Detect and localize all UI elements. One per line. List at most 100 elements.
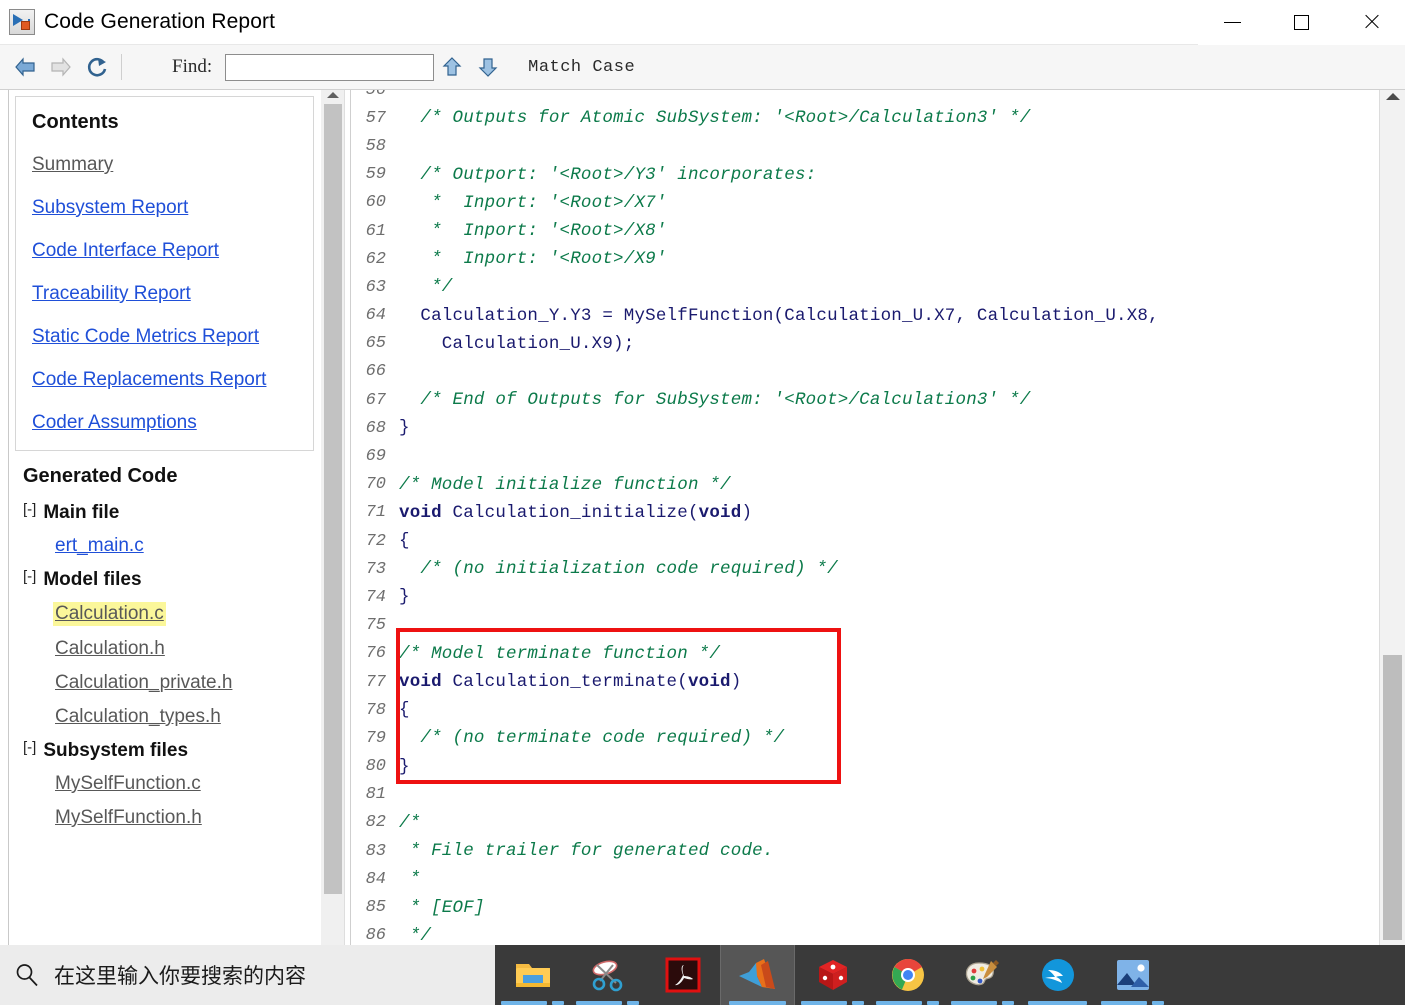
code-line: 81 (351, 781, 1379, 809)
sidebar-scrollbar[interactable] (321, 90, 345, 945)
code-line: 70 /* Model initialize function */ (351, 471, 1379, 499)
group-label: Main file (43, 502, 120, 523)
taskbar-item-red-cube-app[interactable] (795, 945, 870, 1005)
file-link-calculation-c[interactable]: Calculation.c (53, 602, 166, 626)
sidebar-item-summary[interactable]: Summary (16, 154, 313, 176)
find-previous-button[interactable] (434, 50, 470, 84)
group-model-files[interactable]: [-] Model files (9, 569, 320, 591)
taskbar-running-indicator (1101, 1001, 1147, 1005)
code-line: 79 /* (no terminate code required) */ (351, 724, 1379, 752)
file-link-calculation-h[interactable]: Calculation.h (55, 638, 165, 660)
collapse-toggle-icon[interactable]: [-] (23, 740, 36, 755)
toolbar-separator (121, 54, 122, 80)
sidebar-item-code-replacements-report[interactable]: Code Replacements Report (16, 369, 313, 391)
line-number: 77 (365, 672, 386, 692)
code-text: * Inport: '<Root>/X9' (399, 249, 667, 270)
code-line: 58 (351, 132, 1379, 160)
line-number: 56 (365, 90, 386, 100)
code-line: 80} (351, 753, 1379, 781)
navigation-sidebar: Contents Summary Subsystem Report Code I… (8, 90, 320, 945)
collapse-toggle-icon[interactable]: [-] (23, 502, 36, 517)
code-line: 77 void Calculation_terminate(void) (351, 668, 1379, 696)
collapse-toggle-icon[interactable]: [-] (23, 569, 36, 584)
back-arrow-icon (15, 57, 35, 77)
find-next-button[interactable] (470, 50, 506, 84)
sidebar-item-coder-assumptions[interactable]: Coder Assumptions (16, 412, 313, 434)
file-link-myselffunction-h[interactable]: MySelfFunction.h (55, 807, 202, 829)
code-text: * [EOF] (399, 897, 485, 918)
taskbar-item-snipping-tool[interactable] (570, 945, 645, 1005)
code-text: /* Model initialize function */ (399, 474, 731, 495)
group-subsystem-files[interactable]: [-] Subsystem files (9, 740, 320, 762)
code-scrollbar[interactable] (1379, 90, 1405, 945)
line-number: 79 (365, 728, 386, 748)
taskbar-running-indicator (951, 1001, 997, 1005)
line-number: 86 (365, 926, 386, 945)
source-code-viewer[interactable]: 56 57 /* Outputs for Atomic SubSystem: '<… (350, 90, 1379, 945)
arrow-down-icon (478, 58, 498, 77)
file-link-calculation-private-h[interactable]: Calculation_private.h (55, 672, 232, 694)
maximize-button[interactable] (1267, 0, 1336, 45)
taskbar-running-indicator-2 (552, 1001, 564, 1005)
close-button[interactable] (1336, 0, 1405, 45)
sidebar-item-code-interface-report[interactable]: Code Interface Report (16, 240, 313, 262)
code-line: 59 /* Outport: '<Root>/Y3' incorporates: (351, 161, 1379, 189)
forward-button[interactable] (43, 50, 79, 84)
sidebar-item-static-code-metrics-report[interactable]: Static Code Metrics Report (16, 326, 313, 348)
code-line: 69 (351, 442, 1379, 470)
code-text: */ (399, 277, 453, 298)
code-text: /* (399, 812, 421, 833)
code-scrollbar-thumb[interactable] (1383, 655, 1402, 940)
line-number: 73 (365, 559, 386, 579)
taskbar-item-photos[interactable] (1095, 945, 1170, 1005)
code-generation-report-window: Code Generation Report Find: Match Case … (0, 0, 1405, 1005)
code-lines: 56 57 /* Outputs for Atomic SubSystem: '<… (351, 90, 1379, 945)
code-line: 76 /* Model terminate function */ (351, 640, 1379, 668)
file-link-calculation-types-h[interactable]: Calculation_types.h (55, 706, 221, 728)
paint-icon (965, 960, 999, 986)
code-line: 64 Calculation_Y.Y3 = MySelfFunction(Cal… (351, 302, 1379, 330)
snipping-tool-icon (592, 960, 622, 992)
back-button[interactable] (7, 50, 43, 84)
reload-button[interactable] (79, 50, 115, 84)
file-link-myselffunction-c[interactable]: MySelfFunction.c (55, 773, 201, 795)
code-line: 56 (351, 90, 1379, 104)
forward-arrow-icon (51, 57, 71, 77)
taskbar-item-google-chrome[interactable] (870, 945, 945, 1005)
taskbar-search-box[interactable]: 在这里输入你要搜索的内容 (0, 945, 495, 1005)
scroll-up-icon[interactable] (326, 92, 339, 98)
code-text: * (399, 869, 421, 890)
matlab-icon (738, 959, 775, 989)
line-number: 82 (365, 813, 386, 833)
scroll-up-icon[interactable] (1385, 93, 1400, 100)
generated-code-heading: Generated Code (23, 465, 178, 487)
code-text: { (399, 531, 410, 552)
window-title: Code Generation Report (44, 10, 276, 33)
sidebar-scrollbar-thumb[interactable] (324, 104, 342, 894)
taskbar-item-file-explorer[interactable] (495, 945, 570, 1005)
taskbar-running-indicator-2 (1002, 1001, 1014, 1005)
code-line: 72 { (351, 527, 1379, 555)
line-number: 68 (365, 418, 386, 438)
taskbar-item-adobe-acrobat[interactable] (645, 945, 720, 1005)
taskbar-item-dingtalk[interactable] (1020, 945, 1095, 1005)
line-number: 61 (365, 221, 386, 241)
code-text: void Calculation_terminate(void) (399, 672, 742, 693)
file-link-ert-main-c[interactable]: ert_main.c (55, 535, 144, 557)
taskbar-item-paint[interactable] (945, 945, 1020, 1005)
taskbar-running-indicator-2 (1152, 1001, 1164, 1005)
group-main-file[interactable]: [-] Main file (9, 502, 320, 524)
sidebar-item-traceability-report[interactable]: Traceability Report (16, 283, 313, 305)
sidebar-item-subsystem-report[interactable]: Subsystem Report (16, 197, 313, 219)
match-case-option[interactable]: Match Case (528, 58, 635, 77)
taskbar-item-matlab[interactable] (720, 945, 795, 1005)
taskbar-running-indicator (801, 1001, 847, 1005)
find-input[interactable] (225, 53, 435, 81)
code-line: 83 * File trailer for generated code. (351, 837, 1379, 865)
contents-card: Contents Summary Subsystem Report Code I… (15, 96, 314, 451)
minimize-button[interactable] (1198, 0, 1267, 45)
line-number: 72 (365, 531, 386, 551)
line-number: 74 (365, 587, 386, 607)
simulink-block-icon (9, 9, 35, 35)
line-number: 57 (365, 108, 386, 128)
